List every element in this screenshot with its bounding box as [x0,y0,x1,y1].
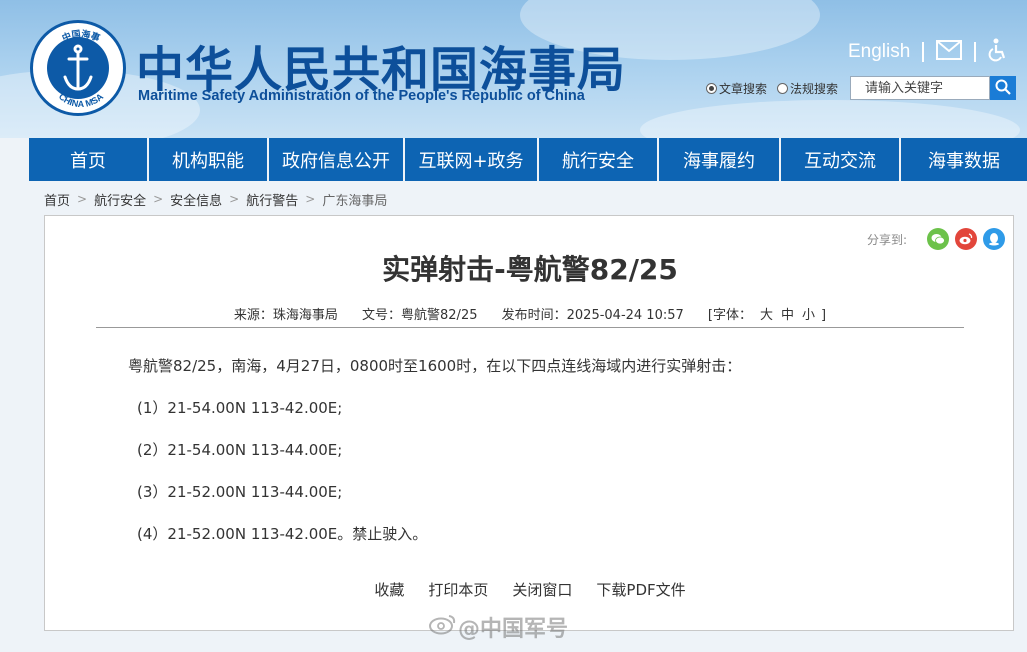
coordinate-item: (2）21-54.00N 113-44.00E; [137,441,343,459]
site-header: 中国海事 CHINA MSA 中华人民共和国海事局 Maritime Safet… [0,0,1027,138]
wechat-icon[interactable] [927,228,949,250]
chevron-right-icon: > [77,192,88,206]
article-actions: 收藏 打印本页 关闭窗口 下载PDF文件 [45,579,1015,600]
article-panel: 分享到: 实弹射击-粤航警82/25 来源：珠海海事局 文号：粤航警82/25 … [44,215,1014,631]
download-pdf-button[interactable]: 下载PDF文件 [596,579,685,600]
nav-navigation-safety[interactable]: 航行安全 [539,138,659,181]
meta-publish-time: 发布时间：2025-04-24 10:57 [501,308,684,323]
svg-text:CHINA MSA: CHINA MSA [57,91,106,109]
weibo-icon[interactable] [955,228,977,250]
font-size-small[interactable]: 小 [802,308,815,323]
divider [922,42,925,62]
nav-interaction[interactable]: 互动交流 [781,138,901,181]
share-label: 分享到: [866,232,907,247]
radio-regulation-search[interactable]: 法规搜索 [777,80,838,97]
divider [96,327,964,328]
nav-gov-info[interactable]: 政府信息公开 [269,138,405,181]
envelope-icon[interactable] [936,40,963,64]
watermark: @中国军号 [428,612,568,642]
coordinate-item: (4）21-52.00N 113-42.00E。禁止驶入。 [137,525,428,543]
font-size-label: [字体： [707,308,752,323]
share-bar: 分享到: [867,228,1005,250]
watermark-text: @中国军号 [458,617,569,642]
main-nav: 首页 机构职能 政府信息公开 互联网+政务 航行安全 海事履约 互动交流 海事数… [29,138,1027,181]
svg-text:中国海事: 中国海事 [60,28,102,44]
breadcrumb: 首页 > 航行安全 > 安全信息 > 航行警告 > 广东海事局 [44,190,387,209]
nav-data[interactable]: 海事数据 [901,138,1027,181]
coordinate-item: (1）21-54.00N 113-42.00E; [137,399,343,417]
breadcrumb-item[interactable]: 航行安全 [94,190,146,209]
nav-home[interactable]: 首页 [29,138,149,181]
chevron-right-icon: > [229,192,240,206]
search-icon [995,79,1011,98]
site-title-en: Maritime Safety Administration of the Pe… [138,88,585,104]
breadcrumb-item[interactable]: 安全信息 [170,190,222,209]
search-input[interactable] [850,76,991,100]
english-link[interactable]: English [848,41,910,63]
breadcrumb-item[interactable]: 首页 [44,190,70,209]
chevron-right-icon: > [305,192,316,206]
article-meta: 来源：珠海海事局 文号：粤航警82/25 发布时间：2025-04-24 10:… [45,304,1015,323]
breadcrumb-item[interactable]: 航行警告 [246,190,298,209]
search-button[interactable] [990,76,1017,100]
divider [974,42,977,62]
weibo-watermark-icon [428,613,458,641]
font-size-end: ] [821,308,827,323]
article-paragraph: 粤航警82/25，南海，4月27日，0800时至1600时，在以下四点连线海域内… [128,357,742,375]
msa-logo[interactable]: 中国海事 CHINA MSA [30,20,126,116]
nav-internet-gov[interactable]: 互联网+政务 [405,138,539,181]
coordinate-item: (3）21-52.00N 113-44.00E; [137,483,343,501]
search-bar: 文章搜索 法规搜索 [706,76,1017,100]
article-title: 实弹射击-粤航警82/25 [382,253,678,286]
top-links: English [848,38,1008,66]
meta-doc-number: 文号：粤航警82/25 [362,308,478,323]
favorite-button[interactable]: 收藏 [374,579,404,600]
print-button[interactable]: 打印本页 [428,579,488,600]
breadcrumb-item[interactable]: 广东海事局 [322,190,387,209]
close-window-button[interactable]: 关闭窗口 [512,579,572,600]
font-size-medium[interactable]: 中 [781,308,794,323]
nav-compliance[interactable]: 海事履约 [659,138,781,181]
article-body: 粤航警82/25，南海，4月27日，0800时至1600时，在以下四点连线海域内… [128,354,948,564]
chevron-right-icon: > [153,192,164,206]
font-size-large[interactable]: 大 [760,308,773,323]
nav-functions[interactable]: 机构职能 [149,138,269,181]
qq-icon[interactable] [983,228,1005,250]
radio-article-search[interactable]: 文章搜索 [706,80,767,97]
meta-source: 来源：珠海海事局 [233,308,338,323]
wheelchair-icon[interactable] [988,38,1008,66]
